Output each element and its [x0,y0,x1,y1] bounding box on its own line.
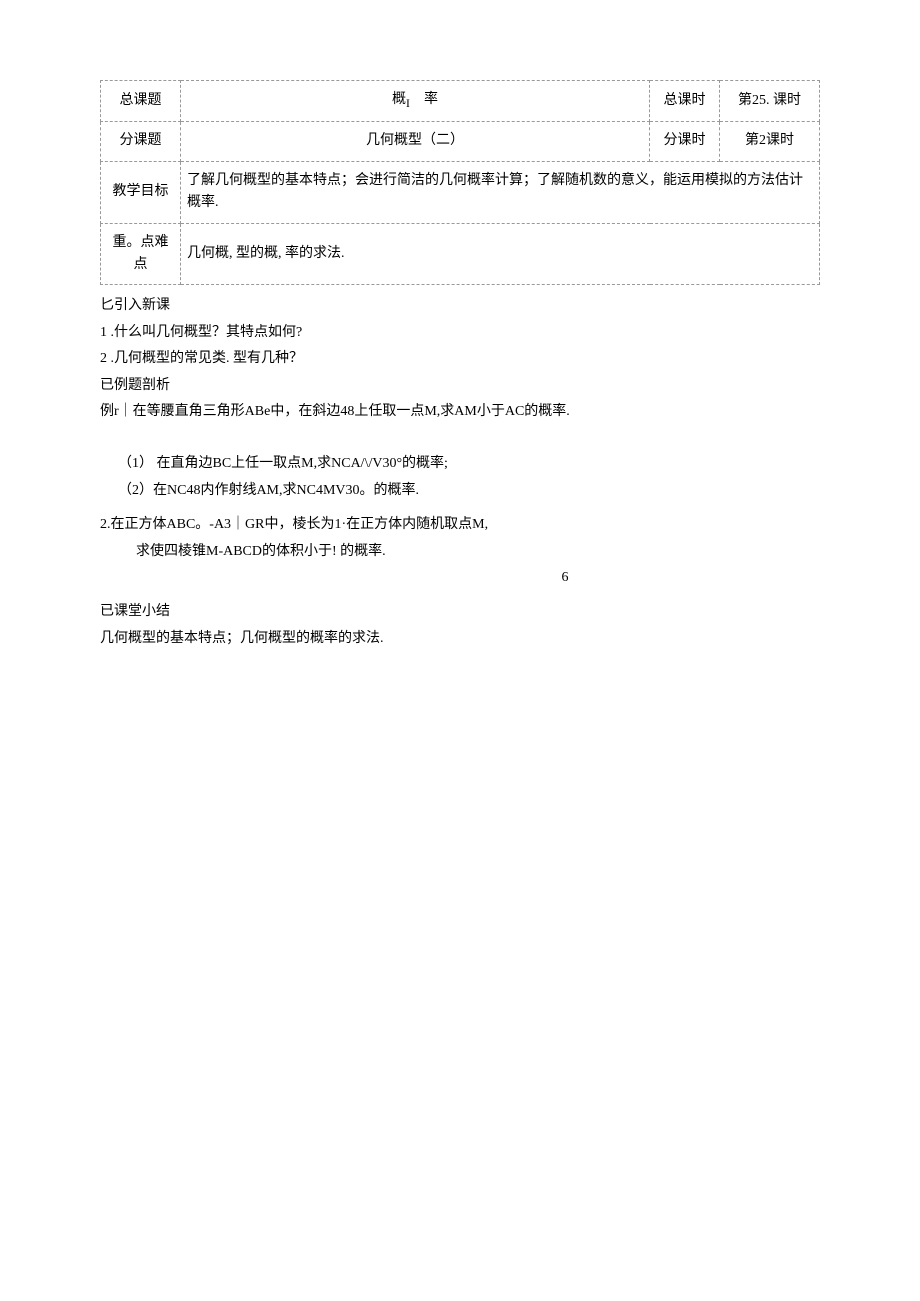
header-table: 总课题 概I 率 总课时 第25. 课时 分课题 几何概型（二） 分课时 第2课… [100,80,820,285]
cell-label-subtopic: 分课题 [101,122,181,161]
topic-text-a: 概 [392,92,406,107]
cell-total-hours-label: 总课时 [650,81,720,122]
question-1: 1 .什么叫几何概型？其特点如何? [100,322,820,344]
cell-label-topic: 总课题 [101,81,181,122]
table-row: 总课题 概I 率 总课时 第25. 课时 [101,81,820,122]
section-examples: 已例题剖析 [100,375,820,397]
cell-total-hours-value: 第25. 课时 [720,81,820,122]
section-summary: 已课堂小结 [100,601,820,623]
cell-goal-text: 了解几何概型的基本特点；会进行简洁的几何概率计算；了解随机数的意义，能运用模拟的… [181,161,820,223]
subquestion-2: （2）在NC48内作射线AM,求NC4MV30。的概率. [100,480,820,502]
topic-text-b: 率 [424,92,438,107]
table-row: 教学目标 了解几何概型的基本特点；会进行简洁的几何概率计算；了解随机数的意义，能… [101,161,820,223]
section-intro: 匕引入新课 [100,295,820,317]
summary-text: 几何概型的基本特点；几何概型的概率的求法. [100,628,820,650]
cell-main-subtopic: 几何概型（二） [181,122,650,161]
cell-keypoint-text: 几何概, 型的概, 率的求法. [181,223,820,285]
question-2: 2 .几何概型的常见类. 型有几种？ [100,348,820,370]
example-2-cont: 求使四棱锥M-ABCD的体积小于! 的概率. [100,541,820,563]
example-1: 例r｜在等腰直角三角形ABe中，在斜边48上任取一点M,求AM小于AC的概率. [100,401,820,423]
table-row: 重。点难点 几何概, 型的概, 率的求法. [101,223,820,285]
subquestion-1: （1） 在直角边BC上任一取点M,求NCA/\/V30°的概率; [100,453,820,475]
cell-label-goal: 教学目标 [101,161,181,223]
cell-main-topic: 概I 率 [181,81,650,122]
cell-label-keypoint: 重。点难点 [101,223,181,285]
cell-sub-hours-value: 第2课时 [720,122,820,161]
number-6: 6 [100,567,820,589]
subscript-i: I [406,97,410,110]
cell-sub-hours-label: 分课时 [650,122,720,161]
table-row: 分课题 几何概型（二） 分课时 第2课时 [101,122,820,161]
example-2: 2.在正方体ABC。-A3｜GR中，棱长为1·在正方体内随机取点M, [100,514,820,536]
document-body: 匕引入新课 1 .什么叫几何概型？其特点如何? 2 .几何概型的常见类. 型有几… [100,295,820,650]
